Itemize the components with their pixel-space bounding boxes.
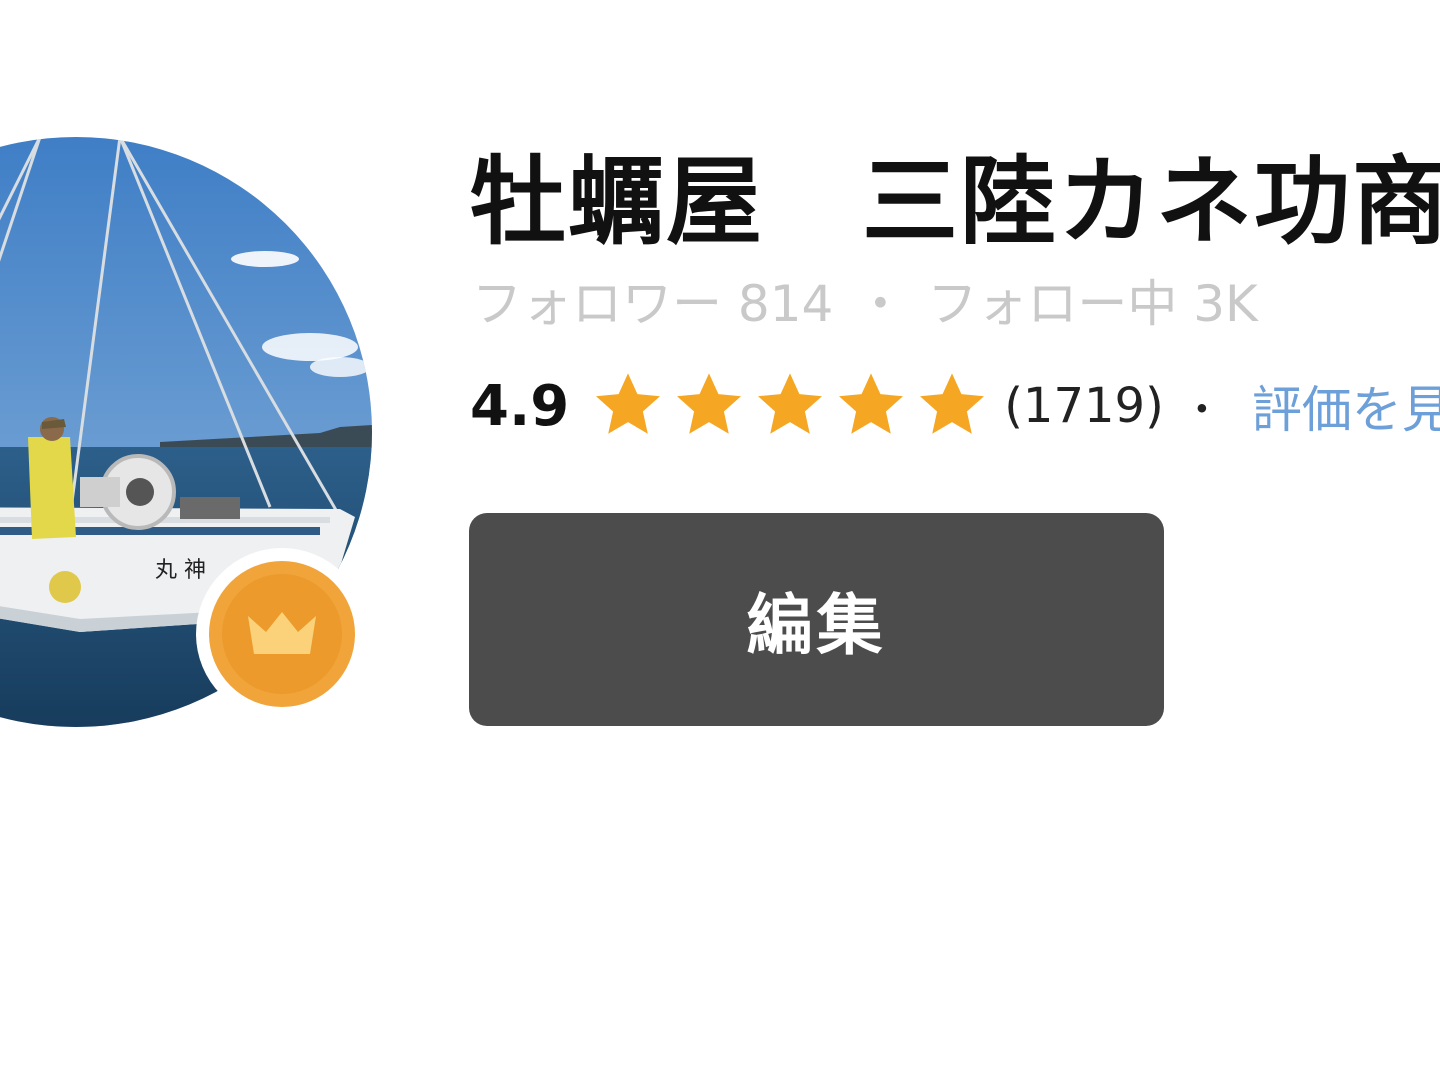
star-icon — [677, 373, 742, 434]
followers-link[interactable]: フォロワー 814 — [472, 275, 833, 333]
following-link[interactable]: フォロー中 3K — [927, 275, 1258, 333]
review-count: (1719) — [1004, 378, 1164, 434]
follow-stats: フォロワー 814 ・フォロー中 3K — [472, 272, 1258, 336]
rating-separator: ・ — [1181, 387, 1222, 433]
following-label: フォロー中 — [927, 275, 1178, 333]
edit-button[interactable]: 編集 — [469, 513, 1164, 726]
star-icon — [839, 373, 904, 434]
following-count: 3K — [1193, 275, 1258, 333]
star-icon — [920, 373, 985, 434]
crown-badge — [196, 548, 368, 720]
crown-icon — [248, 612, 316, 654]
star-icon — [758, 373, 823, 434]
view-reviews-link[interactable]: 評価を見 — [1252, 370, 1440, 442]
follow-separator: ・ — [855, 275, 906, 333]
star-icon — [596, 373, 661, 434]
rating-stars — [591, 371, 996, 441]
rating-row: 4.9 (1719) ・ 評価を見 — [470, 370, 1440, 442]
shop-name: 牡蠣屋 三陸カネ功商 — [470, 146, 1440, 258]
followers-count: 814 — [737, 275, 834, 333]
profile-header: 丸 神 牡蠣屋 三陸カネ功商 フォロワー 814 ・フォロー中 3K 4.9 (1… — [0, 0, 1440, 1080]
rating-score: 4.9 — [470, 373, 570, 439]
svg-text:丸 神: 丸 神 — [155, 558, 206, 583]
followers-label: フォロワー — [472, 275, 722, 333]
